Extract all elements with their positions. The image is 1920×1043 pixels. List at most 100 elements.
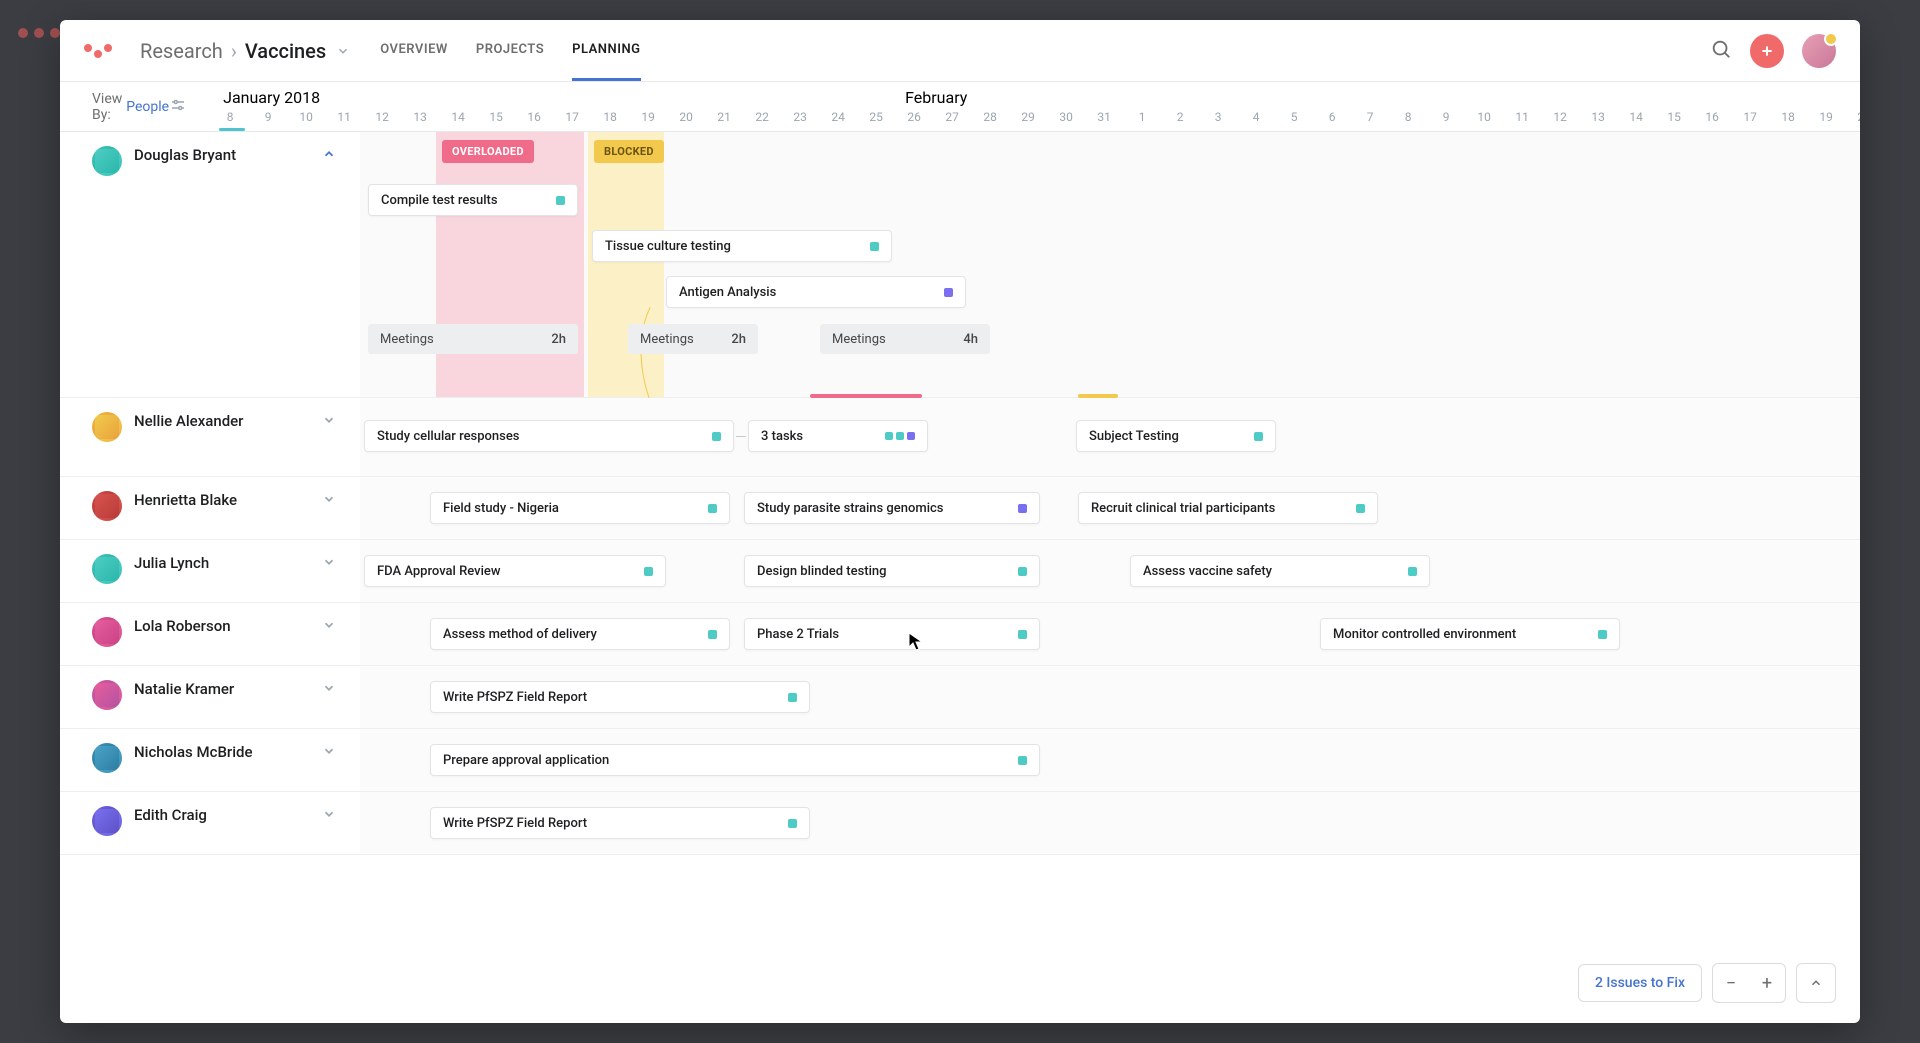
add-button[interactable] [1750, 34, 1784, 68]
person-row-natalie: Natalie Kramer Write PfSPZ Field Report [60, 666, 1860, 729]
task-color-dot [1018, 504, 1027, 513]
task-card[interactable]: Field study - Nigeria [430, 492, 730, 524]
breadcrumb-parent[interactable]: Research [140, 39, 223, 63]
expand-icon[interactable] [322, 806, 336, 825]
task-card[interactable]: Write PfSPZ Field Report [430, 681, 810, 713]
day-cell: 15 [477, 110, 515, 124]
task-card[interactable]: Assess method of delivery [430, 618, 730, 650]
task-title: Compile test results [381, 193, 498, 208]
footer-controls: 2 Issues to Fix − + [1578, 963, 1836, 1003]
task-connector [736, 436, 746, 437]
task-color-dot [1254, 432, 1263, 441]
person-name[interactable]: Julia Lynch [134, 554, 310, 572]
person-name[interactable]: Henrietta Blake [134, 491, 310, 509]
person-name[interactable]: Nicholas McBride [134, 743, 310, 761]
search-icon[interactable] [1710, 38, 1732, 64]
expand-icon[interactable] [322, 491, 336, 510]
day-cell: 19 [629, 110, 667, 124]
task-color-dot [712, 432, 721, 441]
task-color-dot [1018, 567, 1027, 576]
expand-icon[interactable] [322, 680, 336, 699]
day-cell: 14 [439, 110, 477, 124]
task-card[interactable]: FDA Approval Review [364, 555, 666, 587]
overloaded-tag: OVERLOADED [442, 140, 534, 163]
day-cell: 7 [1351, 110, 1389, 124]
person-row-douglas: Douglas Bryant OVERLOADED BLOCKED Compil… [60, 132, 1860, 398]
scroll-top-button[interactable] [1796, 963, 1836, 1003]
tab-overview[interactable]: OVERVIEW [380, 20, 448, 81]
day-cell: 5 [1275, 110, 1313, 124]
task-card[interactable]: Tissue culture testing [592, 230, 892, 262]
nav-tabs: OVERVIEW PROJECTS PLANNING [380, 20, 640, 81]
month-label-1: January 2018 [223, 88, 320, 107]
task-card[interactable]: Write PfSPZ Field Report [430, 807, 810, 839]
zoom-in-button[interactable]: + [1749, 964, 1785, 1002]
day-cell: 10 [1465, 110, 1503, 124]
task-card[interactable]: Phase 2 Trials [744, 618, 1040, 650]
day-cell: 8 [1389, 110, 1427, 124]
app-window: Research › Vaccines OVERVIEW PROJECTS PL… [60, 20, 1860, 1023]
day-cell: 22 [743, 110, 781, 124]
person-name[interactable]: Douglas Bryant [134, 146, 310, 164]
user-avatar[interactable] [1802, 34, 1836, 68]
person-name[interactable]: Natalie Kramer [134, 680, 310, 698]
task-card[interactable]: Compile test results [368, 184, 578, 216]
expand-icon[interactable] [322, 554, 336, 573]
day-cell: 4 [1237, 110, 1275, 124]
day-cell: 2 [1161, 110, 1199, 124]
day-cell: 12 [1541, 110, 1579, 124]
task-title: Field study - Nigeria [443, 501, 559, 516]
task-card[interactable]: Study cellular responses [364, 420, 734, 452]
expand-icon[interactable] [322, 743, 336, 762]
task-color-dot [1408, 567, 1417, 576]
task-card[interactable]: Prepare approval application [430, 744, 1040, 776]
view-by-value[interactable]: People [126, 99, 169, 115]
task-card[interactable]: Design blinded testing [744, 555, 1040, 587]
chevron-separator-icon: › [231, 39, 237, 63]
filter-icon[interactable] [169, 96, 187, 118]
person-name[interactable]: Edith Craig [134, 806, 310, 824]
day-cell: 24 [819, 110, 857, 124]
task-title: Study parasite strains genomics [757, 501, 944, 516]
task-card[interactable]: Study parasite strains genomics [744, 492, 1040, 524]
task-card[interactable]: Monitor controlled environment [1320, 618, 1620, 650]
tab-planning[interactable]: PLANNING [572, 20, 640, 81]
task-group-card[interactable]: 3 tasks [748, 420, 928, 452]
person-row-nicholas: Nicholas McBride Prepare approval applic… [60, 729, 1860, 792]
task-color-dot [708, 630, 717, 639]
task-title: Prepare approval application [443, 753, 609, 768]
avatar [92, 491, 122, 521]
day-cell: 27 [933, 110, 971, 124]
meeting-block[interactable]: Meetings 2h [368, 324, 578, 354]
issues-button[interactable]: 2 Issues to Fix [1578, 964, 1702, 1002]
avatar [92, 743, 122, 773]
person-name[interactable]: Nellie Alexander [134, 412, 310, 430]
day-cell: 26 [895, 110, 933, 124]
person-name[interactable]: Lola Roberson [134, 617, 310, 635]
zoom-control: − + [1712, 963, 1786, 1003]
task-card[interactable]: Recruit clinical trial participants [1078, 492, 1378, 524]
expand-icon[interactable] [322, 617, 336, 636]
task-card[interactable]: Assess vaccine safety [1130, 555, 1430, 587]
day-cell: 14 [1617, 110, 1655, 124]
expand-icon[interactable] [322, 412, 336, 431]
zoom-out-button[interactable]: − [1713, 964, 1749, 1002]
timeline-body: Douglas Bryant OVERLOADED BLOCKED Compil… [60, 132, 1860, 1023]
avatar [92, 680, 122, 710]
meeting-label: Meetings [640, 332, 694, 347]
day-cell: 20 [1845, 110, 1860, 124]
tab-projects[interactable]: PROJECTS [476, 20, 544, 81]
collapse-icon[interactable] [322, 146, 336, 165]
task-card[interactable]: Subject Testing [1076, 420, 1276, 452]
chevron-down-icon[interactable] [336, 39, 350, 63]
breadcrumb-current[interactable]: Vaccines [245, 39, 326, 63]
app-logo[interactable] [84, 44, 112, 58]
task-title: 3 tasks [761, 429, 803, 444]
task-color-dot [1018, 630, 1027, 639]
meeting-label: Meetings [832, 332, 886, 347]
day-cell: 6 [1313, 110, 1351, 124]
day-cell: 21 [705, 110, 743, 124]
meeting-block[interactable]: Meetings 4h [820, 324, 990, 354]
meeting-block[interactable]: Meetings 2h [628, 324, 758, 354]
day-cell: 13 [401, 110, 439, 124]
